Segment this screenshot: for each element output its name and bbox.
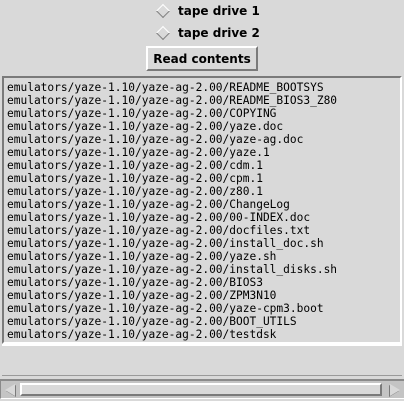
list-item[interactable]: emulators/yaze-1.10/yaze-ag-2.00/COPYING bbox=[7, 107, 400, 120]
list-item[interactable]: emulators/yaze-1.10/yaze-ag-2.00/yaze-ag… bbox=[7, 133, 400, 146]
arrow-left-icon[interactable] bbox=[5, 384, 15, 396]
list-item[interactable]: emulators/yaze-1.10/yaze-ag-2.00/yaze-cp… bbox=[7, 302, 400, 315]
list-item[interactable]: emulators/yaze-1.10/yaze-ag-2.00/cdm.1 bbox=[7, 159, 400, 172]
list-item[interactable]: emulators/yaze-1.10/yaze-ag-2.00/BIOS3 bbox=[7, 276, 400, 289]
list-item[interactable]: emulators/yaze-1.10/yaze-ag-2.00/cpm.1 bbox=[7, 172, 400, 185]
radio-diamond-icon[interactable] bbox=[155, 3, 171, 19]
list-item[interactable]: emulators/yaze-1.10/yaze-ag-2.00/README_… bbox=[7, 94, 400, 107]
list-item[interactable]: emulators/yaze-1.10/yaze-ag-2.00/z80.1 bbox=[7, 185, 400, 198]
status-area bbox=[2, 344, 402, 376]
radio-label: tape drive 2 bbox=[178, 26, 260, 40]
file-list-content: emulators/yaze-1.10/yaze-ag-2.00/README_… bbox=[4, 78, 400, 341]
list-item[interactable]: emulators/yaze-1.10/yaze-ag-2.00/install… bbox=[7, 237, 400, 250]
radio-diamond-icon[interactable] bbox=[155, 25, 171, 41]
scrollbar-thumb[interactable] bbox=[20, 383, 382, 396]
radio-label: tape drive 1 bbox=[178, 4, 260, 18]
list-item[interactable]: emulators/yaze-1.10/yaze-ag-2.00/README_… bbox=[7, 81, 400, 94]
list-item[interactable]: emulators/yaze-1.10/yaze-ag-2.00/docfile… bbox=[7, 224, 400, 237]
list-item[interactable]: emulators/yaze-1.10/yaze-ag-2.00/yaze.1 bbox=[7, 146, 400, 159]
radio-tape-drive-2[interactable]: tape drive 2 bbox=[155, 24, 260, 42]
read-contents-button[interactable]: Read contents bbox=[146, 46, 258, 71]
list-item[interactable]: emulators/yaze-1.10/yaze-ag-2.00/testdsk bbox=[7, 328, 400, 341]
list-item[interactable]: emulators/yaze-1.10/yaze-ag-2.00/yaze.sh bbox=[7, 250, 400, 263]
horizontal-scrollbar[interactable] bbox=[0, 379, 404, 399]
arrow-right-icon[interactable] bbox=[390, 384, 400, 396]
list-item[interactable]: emulators/yaze-1.10/yaze-ag-2.00/install… bbox=[7, 263, 400, 276]
tape-reader-window: tape drive 1 tape drive 2 Read contents … bbox=[0, 0, 404, 401]
radio-tape-drive-1[interactable]: tape drive 1 bbox=[155, 2, 260, 20]
list-item[interactable]: emulators/yaze-1.10/yaze-ag-2.00/ChangeL… bbox=[7, 198, 400, 211]
list-item[interactable]: emulators/yaze-1.10/yaze-ag-2.00/BOOT_UT… bbox=[7, 315, 400, 328]
list-item[interactable]: emulators/yaze-1.10/yaze-ag-2.00/ZPM3N10 bbox=[7, 289, 400, 302]
list-item[interactable]: emulators/yaze-1.10/yaze-ag-2.00/yaze.do… bbox=[7, 120, 400, 133]
file-list[interactable]: emulators/yaze-1.10/yaze-ag-2.00/README_… bbox=[2, 76, 402, 344]
list-item[interactable]: emulators/yaze-1.10/yaze-ag-2.00/00-INDE… bbox=[7, 211, 400, 224]
